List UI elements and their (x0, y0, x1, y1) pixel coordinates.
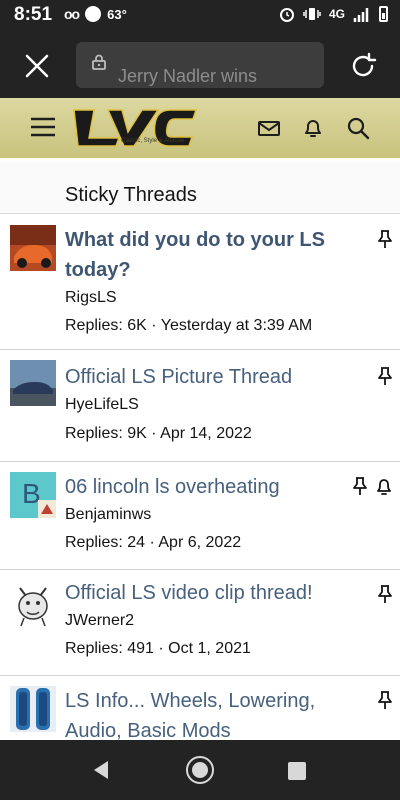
vibrate-icon (303, 8, 321, 20)
reload-button[interactable] (348, 51, 378, 81)
section-header: Sticky Threads (0, 162, 400, 214)
avatar-image (10, 360, 56, 406)
thread-item[interactable]: What did you do to your LS today? RigsLS… (0, 215, 400, 350)
thread-title[interactable]: What did you do to your LS today? (65, 225, 345, 285)
network-type: 4G (328, 7, 345, 21)
pin-icon (353, 477, 367, 495)
thread-item[interactable]: Official LS Picture Thread HyeLifeLS Rep… (0, 350, 400, 462)
thread-item[interactable]: B 06 lincoln ls overheating Benjaminws R… (0, 462, 400, 570)
section-title: Sticky Threads (65, 184, 197, 206)
thread-meta: Replies: 6K · Yesterday at 3:39 AM (65, 317, 313, 334)
thread-item[interactable]: LS Info... Wheels, Lowering, Audio, Basi… (0, 676, 400, 740)
search-icon (347, 117, 370, 140)
avatar[interactable] (10, 360, 56, 406)
inbox-button[interactable] (256, 115, 282, 141)
reload-icon (352, 52, 377, 77)
thread-list: Sticky Threads What did you do to your L… (0, 158, 400, 740)
thread-title[interactable]: Official LS Picture Thread (65, 362, 345, 392)
thread-meta: Replies: 24 · Apr 6, 2022 (65, 534, 242, 551)
close-tab-button[interactable] (22, 52, 52, 80)
avatar-badge-image (38, 500, 56, 518)
avatar-image (16, 688, 50, 730)
avatar-image (18, 587, 48, 627)
browser-toolbar: Jerry Nadler wins (0, 32, 400, 98)
voicemail-icon: oo (64, 6, 80, 22)
thread-item[interactable]: Official LS video clip thread! JWerner2 … (0, 570, 400, 676)
bell-icon (305, 120, 321, 137)
status-right-icons: 4G (279, 6, 388, 22)
thread-author[interactable]: RigsLS (65, 289, 117, 307)
lock-icon (92, 54, 106, 70)
site-logo[interactable]: Classic, Style & Attitude (72, 106, 202, 150)
avatar[interactable] (10, 225, 56, 271)
signal-icon (353, 8, 369, 22)
pin-icon (378, 691, 392, 709)
pin-icon (378, 585, 392, 603)
watched-bell-icon (377, 479, 391, 495)
avatar[interactable] (10, 582, 56, 628)
alerts-button[interactable] (300, 115, 326, 141)
home-button[interactable] (186, 756, 214, 784)
status-bar: 8:51 oo 63° 4G (0, 0, 400, 32)
search-button[interactable] (345, 115, 371, 141)
close-icon (25, 54, 49, 78)
recent-apps-button[interactable] (288, 762, 306, 780)
envelope-icon (258, 121, 280, 136)
status-temperature: 63° (107, 6, 127, 22)
alarm-icon (279, 8, 294, 22)
thread-author[interactable]: Benjaminws (65, 506, 151, 524)
thread-title[interactable]: 06 lincoln ls overheating (65, 472, 345, 502)
avatar[interactable] (10, 686, 56, 732)
avatar-image (10, 225, 56, 271)
site-header: Classic, Style & Attitude (0, 98, 400, 158)
status-left-icons: oo 63° (64, 6, 127, 22)
menu-button[interactable] (30, 114, 56, 140)
hamburger-icon (31, 117, 55, 137)
thread-title[interactable]: Official LS video clip thread! (65, 578, 345, 608)
thread-meta: Replies: 9K · Apr 14, 2022 (65, 425, 252, 442)
battery-icon (379, 6, 388, 22)
back-icon[interactable] (92, 760, 110, 780)
pin-icon (378, 230, 392, 248)
pin-icon (378, 367, 392, 385)
thread-title[interactable]: LS Info... Wheels, Lowering, Audio, Basi… (65, 686, 345, 740)
avatar[interactable]: B (10, 472, 56, 518)
thread-author[interactable]: HyeLifeLS (65, 396, 139, 414)
address-bar[interactable]: Jerry Nadler wins (76, 42, 324, 88)
url-text: Jerry Nadler wins (118, 66, 258, 86)
logo-tagline: Classic, Style & Attitude (121, 138, 185, 144)
app-notification-icon (85, 6, 102, 22)
status-time: 8:51 (14, 4, 53, 25)
thread-meta: Replies: 491 · Oct 1, 2021 (65, 640, 251, 657)
system-nav-bar (0, 740, 400, 800)
thread-author[interactable]: JWerner2 (65, 612, 134, 630)
